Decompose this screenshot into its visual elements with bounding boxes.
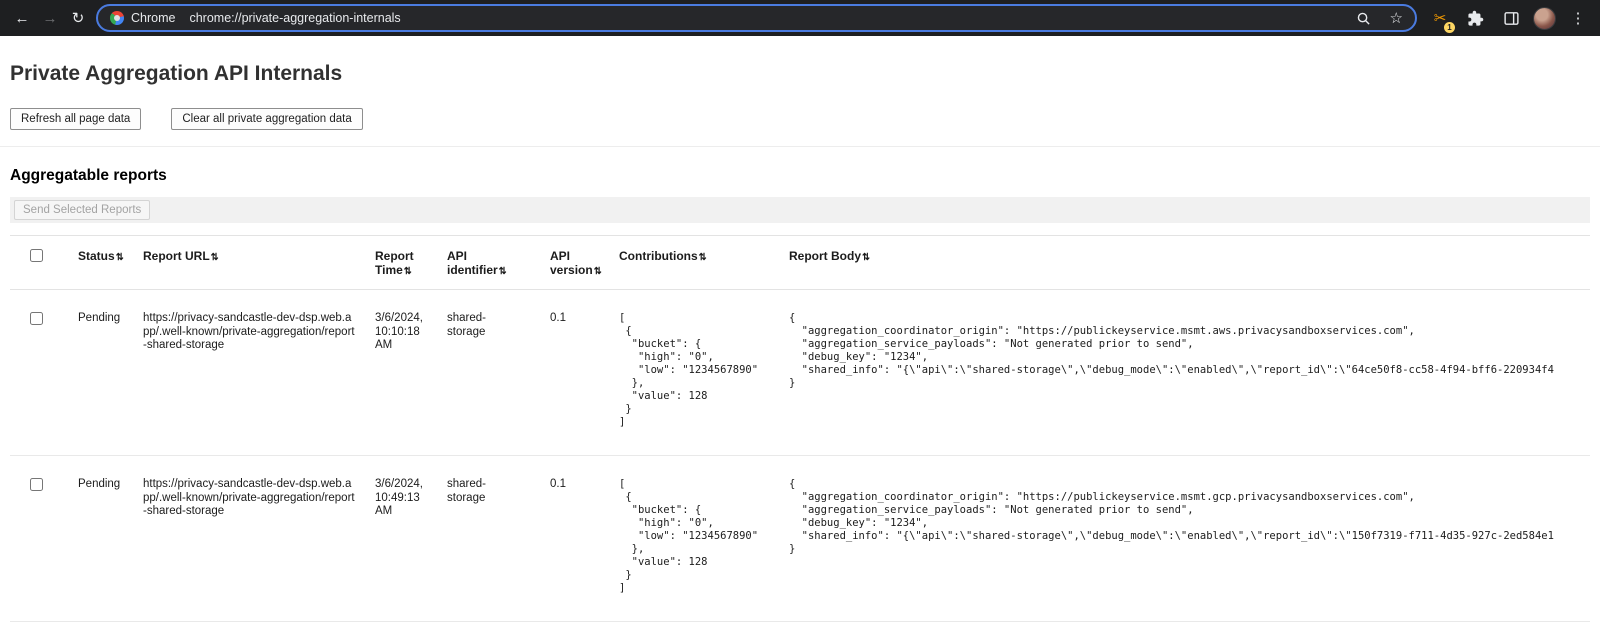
url-text[interactable]: chrome://private-aggregation-internals: [189, 11, 1341, 25]
select-all-checkbox[interactable]: [30, 249, 43, 262]
clear-all-button[interactable]: Clear all private aggregation data: [171, 108, 362, 130]
reload-icon[interactable]: ↻: [64, 4, 92, 32]
extensions-puzzle-icon[interactable]: [1461, 4, 1489, 32]
contributions-json: [ { "bucket": { "high": "0", "low": "123…: [619, 312, 769, 429]
column-header-report-body[interactable]: Report Body⇅: [779, 236, 1590, 290]
cell-report-time: 3/6/2024, 10:10:18 AM: [365, 290, 437, 456]
address-bar[interactable]: Chrome chrome://private-aggregation-inte…: [96, 4, 1417, 32]
column-header-contributions[interactable]: Contributions⇅: [609, 236, 779, 290]
refresh-all-button[interactable]: Refresh all page data: [10, 108, 141, 130]
cell-report-body: { "aggregation_coordinator_origin": "htt…: [779, 290, 1590, 456]
cell-report-body: { "aggregation_coordinator_origin": "htt…: [779, 456, 1590, 622]
sort-icon: ⇅: [594, 266, 602, 277]
sort-icon: ⇅: [211, 252, 219, 263]
row-select-checkbox[interactable]: [30, 478, 43, 491]
column-header-status[interactable]: Status⇅: [68, 236, 133, 290]
report-body-json: { "aggregation_coordinator_origin": "htt…: [789, 312, 1580, 390]
extension-badge: 1: [1444, 22, 1455, 33]
reports-toolbar: Send Selected Reports: [10, 197, 1590, 223]
browser-toolbar: ← → ↻ Chrome chrome://private-aggregatio…: [0, 0, 1600, 36]
side-panel-icon[interactable]: [1497, 4, 1525, 32]
section-title: Aggregatable reports: [10, 167, 1590, 185]
profile-avatar[interactable]: [1533, 7, 1556, 30]
sort-icon: ⇅: [404, 266, 412, 277]
report-body-json: { "aggregation_coordinator_origin": "htt…: [789, 478, 1580, 556]
page-title: Private Aggregation API Internals: [10, 36, 1590, 86]
cell-status: Pending: [68, 456, 133, 622]
sort-icon: ⇅: [499, 266, 507, 277]
reports-table: Status⇅ Report URL⇅ Report Time⇅ API ide…: [10, 235, 1590, 622]
cell-status: Pending: [68, 290, 133, 456]
column-header-report-url[interactable]: Report URL⇅: [133, 236, 365, 290]
bookmark-star-icon[interactable]: ☆: [1390, 11, 1403, 26]
column-header-api-identifier[interactable]: API identifier⇅: [437, 236, 540, 290]
row-select-checkbox[interactable]: [30, 312, 43, 325]
chrome-logo-icon: [110, 11, 124, 25]
cell-report-time: 3/6/2024, 10:49:13 AM: [365, 456, 437, 622]
cell-contributions: [ { "bucket": { "high": "0", "low": "123…: [609, 290, 779, 456]
menu-icon[interactable]: ⋮: [1564, 4, 1592, 32]
sort-icon: ⇅: [116, 252, 124, 263]
cell-api-version: 0.1: [540, 290, 609, 456]
cell-contributions: [ { "bucket": { "high": "0", "low": "123…: [609, 456, 779, 622]
cell-api-identifier: shared-storage: [437, 290, 540, 456]
cell-report-url: https://privacy-sandcastle-dev-dsp.web.a…: [133, 456, 365, 622]
section-divider: [0, 146, 1600, 147]
column-header-api-version[interactable]: API version⇅: [540, 236, 609, 290]
search-icon[interactable]: [1350, 4, 1378, 32]
contributions-json: [ { "bucket": { "high": "0", "low": "123…: [619, 478, 769, 595]
table-row: Pending https://privacy-sandcastle-dev-d…: [10, 456, 1590, 622]
forward-icon[interactable]: →: [36, 4, 64, 32]
cell-api-identifier: shared-storage: [437, 456, 540, 622]
table-row: Pending https://privacy-sandcastle-dev-d…: [10, 290, 1590, 456]
send-selected-reports-button[interactable]: Send Selected Reports: [14, 200, 150, 220]
back-icon[interactable]: ←: [8, 4, 36, 32]
cell-api-version: 0.1: [540, 456, 609, 622]
pinned-extension-icon[interactable]: ✂ 1: [1427, 5, 1453, 31]
cell-report-url: https://privacy-sandcastle-dev-dsp.web.a…: [133, 290, 365, 456]
column-header-report-time[interactable]: Report Time⇅: [365, 236, 437, 290]
table-header-row: Status⇅ Report URL⇅ Report Time⇅ API ide…: [10, 236, 1590, 290]
sort-icon: ⇅: [862, 252, 870, 263]
sort-icon: ⇅: [699, 252, 707, 263]
site-chip-label: Chrome: [131, 11, 175, 25]
